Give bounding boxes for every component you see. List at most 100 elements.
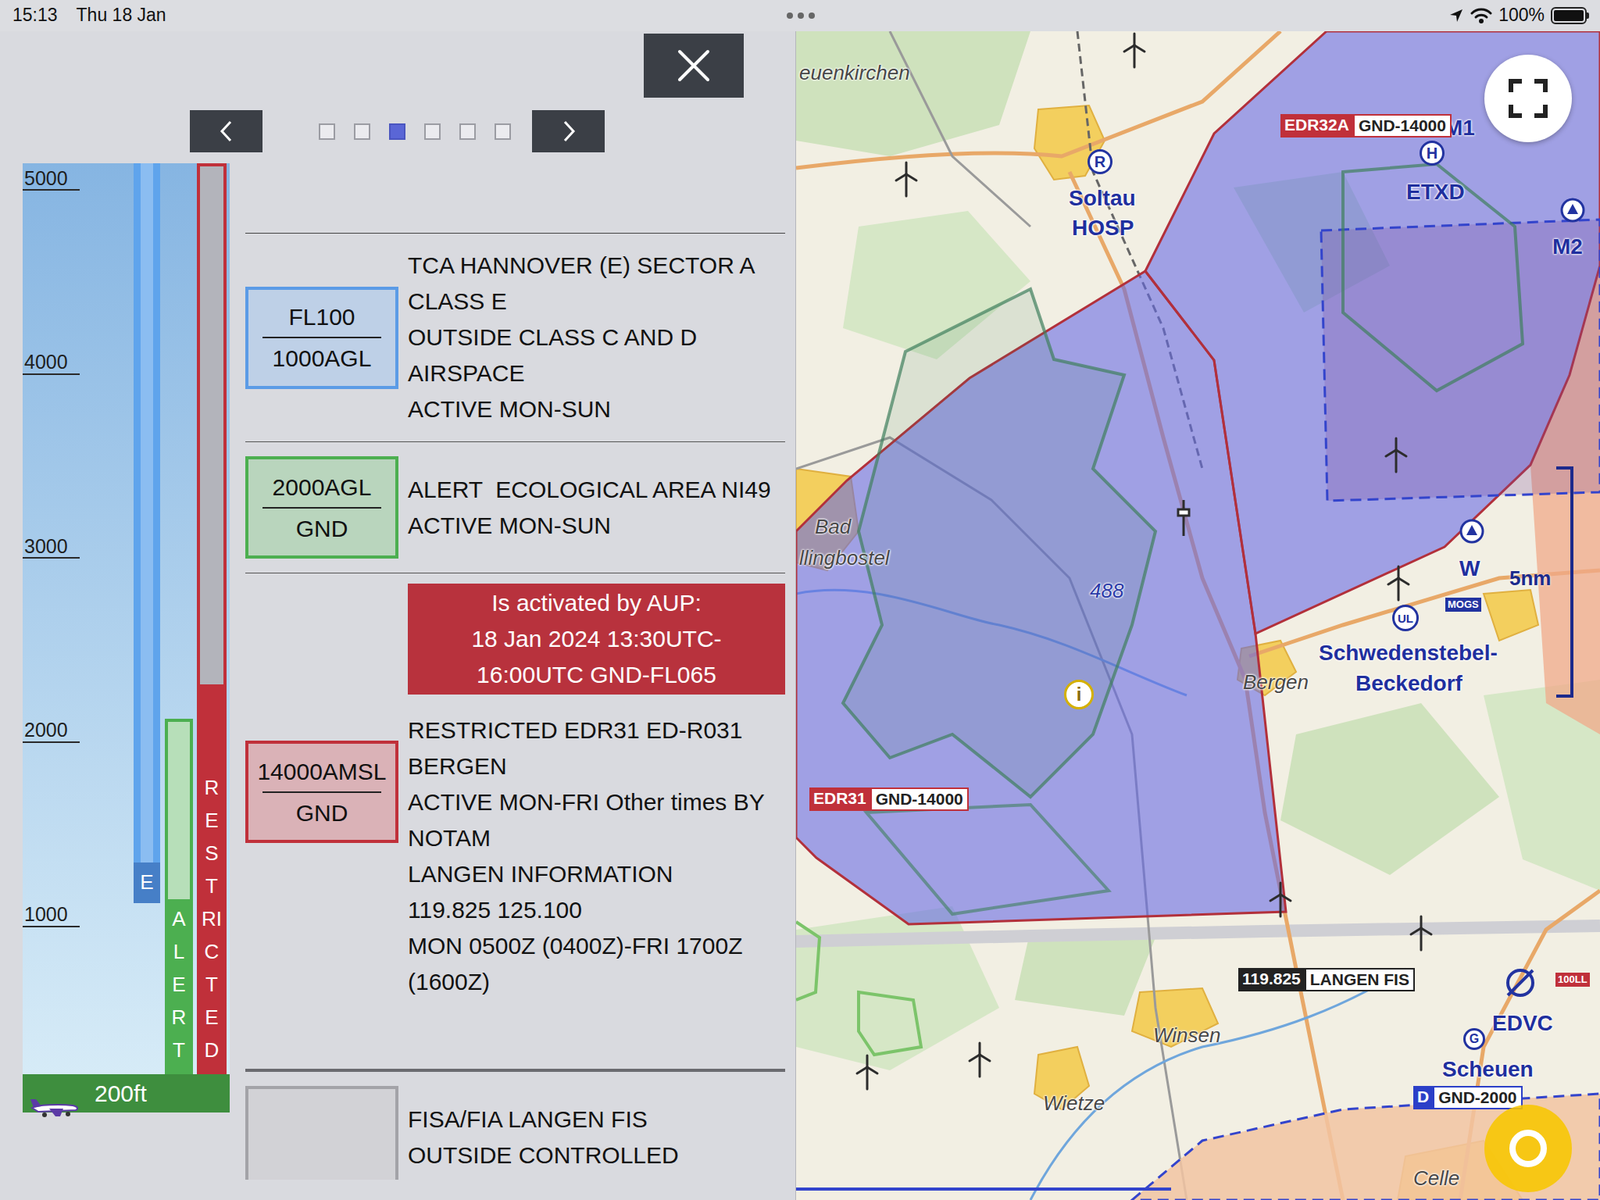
fullscreen-icon[interactable] [1506, 76, 1550, 121]
map-symbol: R [1087, 149, 1113, 175]
airspace-description: TCA HANNOVER (E) SECTOR ACLASS EOUTSIDE … [407, 247, 786, 428]
airspace-name: D [1413, 1085, 1433, 1110]
activation-banner: Is activated by AUP:18 Jan 2024 13:30UTC… [407, 583, 786, 695]
bar-label-block: RESTRICTED [200, 684, 224, 1072]
airspace-entry[interactable]: FL1001000AGLTCA HANNOVER (E) SECTOR ACLA… [245, 233, 786, 443]
description-line: RESTRICTED EDR31 ED-R031 [407, 712, 786, 749]
airspace-tag[interactable]: DGND-2000 [1413, 1085, 1523, 1110]
altitude-tick: 5000 [22, 167, 80, 192]
altitude-tick: 2000 [22, 718, 80, 743]
bar-label: RESTRICTED [201, 771, 222, 1067]
bar-label-block: E [133, 862, 161, 904]
close-icon[interactable] [675, 46, 713, 85]
ring-icon[interactable] [1504, 1125, 1552, 1172]
app-window: 15:13Thu 18 Jan 100% 5000 4000 3000 2000 1000… [0, 0, 1600, 1200]
tick-label: 2000 [24, 718, 68, 741]
airspace-group: FL1001000AGLTCA HANNOVER (E) SECTOR ACLA… [245, 232, 786, 1072]
page-navigation [0, 110, 796, 153]
altitude-bar: RESTRICTED [196, 163, 227, 1075]
airspace-tag[interactable]: EDR32AGND-14000 [1280, 114, 1452, 138]
altitude-tick: 3000 [22, 535, 80, 560]
limit-divider [262, 791, 381, 793]
altitude-bar: E [133, 163, 161, 904]
page-dot[interactable] [424, 123, 441, 140]
altitude-plot: 5000 4000 3000 2000 1000 E ALERT RESTRICTED [22, 163, 230, 1075]
altitude-profile: 50004000300020001000EALERTRESTRICTED200f… [22, 163, 230, 1113]
lower-limit: 1000AGL [272, 342, 372, 374]
map-label: W [1459, 554, 1480, 583]
airspace-limits: GND-14000 [1353, 114, 1452, 138]
close-row [0, 31, 796, 98]
airspace-limits: GND-2000 [1432, 1085, 1522, 1110]
airspace-limits: GND-14000 [870, 787, 969, 811]
page-dot[interactable] [494, 123, 511, 140]
description-line: FISA/FIA LANGEN FIS [407, 1101, 786, 1138]
map-symbol: UL [1392, 604, 1419, 632]
map-label: euenkirchen [799, 60, 911, 87]
status-right: 100% [816, 3, 1590, 28]
map-label: Scheuen [1442, 1055, 1534, 1084]
description-line: OUTSIDE CLASS C AND D [407, 319, 786, 356]
tick-label: 5000 [24, 167, 68, 190]
close-button[interactable] [643, 33, 744, 98]
airspace-tag[interactable]: EDR31GND-14000 [809, 787, 969, 811]
airspace-description: ALERT ECOLOGICAL AREA NI49ACTIVE MON-SUN [407, 471, 786, 544]
map-label: 488 [1089, 578, 1124, 605]
description-line: LANGEN INFORMATION [407, 856, 786, 893]
page-dot[interactable] [318, 123, 336, 140]
more-icon[interactable] [785, 11, 817, 20]
airspace-entry[interactable]: FISA/FIA LANGEN FISOUTSIDE CONTROLLED [245, 1071, 786, 1180]
upper-limit: 2000AGL [272, 471, 372, 503]
status-left: 15:13Thu 18 Jan [12, 3, 786, 28]
page-dot[interactable] [389, 123, 406, 140]
activation-line: Is activated by AUP: [410, 585, 783, 622]
map-label: ETXD [1406, 178, 1465, 207]
next-page-button[interactable] [532, 110, 605, 153]
page-dot[interactable] [353, 123, 371, 140]
frequency-tag[interactable]: 119.825LANGEN FIS [1238, 967, 1415, 992]
bar-highlight [140, 163, 154, 904]
description-line: OUTSIDE CONTROLLED [407, 1137, 786, 1174]
description-line: ACTIVE MON-SUN [407, 391, 786, 428]
altitude-bar: ALERT [164, 718, 193, 1075]
description-line: 119.825 125.100 [407, 892, 786, 929]
altitude-limits: 14000AMSLGND [245, 740, 399, 843]
airspace-row: 14000AMSLGNDRESTRICTED EDR31 ED-R031BERG… [245, 712, 786, 1000]
bar-label: ALERT [168, 902, 190, 1067]
airspace-description: FISA/FIA LANGEN FISOUTSIDE CONTROLLED [407, 1101, 786, 1174]
altitude-tick: 1000 [22, 903, 80, 928]
previous-page-button[interactable] [189, 110, 263, 153]
description-line: AIRSPACE [407, 355, 786, 392]
chevron-right-icon[interactable] [559, 119, 579, 143]
description-line: CLASS E [407, 283, 786, 320]
multitask-handle[interactable] [785, 11, 817, 20]
frequency-station: LANGEN FIS [1304, 967, 1415, 992]
map-badge: MOGS [1445, 597, 1482, 612]
activation-line: 16:00UTC GND-FL065 [410, 657, 783, 693]
frequency-value: 119.825 [1238, 967, 1305, 992]
map-label: Beckedorf [1355, 669, 1463, 698]
status-bar: 15:13Thu 18 Jan 100% [0, 0, 1600, 32]
airspace-entry[interactable]: Is activated by AUP:18 Jan 2024 13:30UTC… [245, 573, 786, 1072]
map-label: Winsen [1153, 1022, 1221, 1050]
airspace-entry[interactable]: 2000AGLGNDALERT ECOLOGICAL AREA NI49ACTI… [245, 442, 786, 574]
bar-track: ALERT [164, 718, 193, 1075]
tick-label: 4000 [24, 350, 68, 373]
map-badge: 100LL [1555, 972, 1590, 987]
fullscreen-button[interactable] [1484, 54, 1572, 143]
record-button[interactable] [1484, 1104, 1572, 1193]
bar-track: E [133, 163, 161, 904]
airspace-name: EDR31 [809, 787, 871, 811]
map-view[interactable]: euenkirchenSoltauHOSPETXDM1M2Badllingbos… [796, 31, 1600, 1200]
map-label: Bergen [1242, 669, 1309, 697]
airspace-name: EDR32A [1280, 114, 1354, 138]
chevron-left-icon[interactable] [217, 119, 236, 143]
description-line: (1600Z) [407, 964, 786, 1000]
airspace-panel: 50004000300020001000EALERTRESTRICTED200f… [0, 31, 797, 1200]
description-line: MON 0500Z (0400Z)-FRI 1700Z [407, 928, 786, 965]
bar-label: E [136, 865, 158, 899]
battery-icon [1550, 7, 1590, 25]
scale-label: 5nm [1509, 565, 1551, 593]
page-dot[interactable] [459, 123, 476, 140]
airspace-group: FISA/FIA LANGEN FISOUTSIDE CONTROLLED [245, 1071, 786, 1180]
